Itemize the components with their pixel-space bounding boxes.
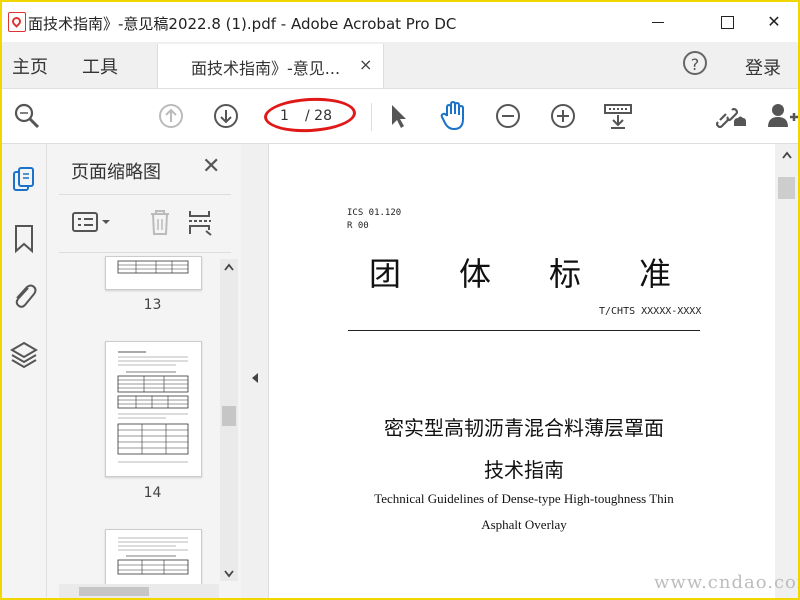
- thumbnail-label-14: 14: [143, 485, 162, 501]
- page-thumbnail-13[interactable]: [105, 256, 202, 290]
- document-tab-close-icon[interactable]: ×: [359, 55, 372, 74]
- thumbnails-scroll-thumb[interactable]: [222, 406, 236, 426]
- total-pages-label: / 28: [305, 108, 332, 124]
- classification-code: R 00: [347, 221, 369, 231]
- page-thumbnails-icon[interactable]: [11, 166, 37, 196]
- chinese-title-line2: 技术指南: [484, 458, 564, 482]
- panel-title: 页面缩略图: [71, 162, 161, 183]
- share-link-icon[interactable]: [714, 102, 746, 130]
- thumbnails-panel: 页面缩略图 ✕ 13 14: [47, 144, 242, 598]
- hand-tool-icon[interactable]: [438, 100, 470, 132]
- scroll-mode-icon[interactable]: [603, 101, 633, 131]
- select-cursor-icon[interactable]: [387, 102, 409, 130]
- english-title-line1: Technical Guidelines of Dense-type High-…: [374, 491, 674, 506]
- zoom-in-icon[interactable]: [550, 103, 576, 129]
- thumbnail-content: [117, 351, 189, 463]
- previous-page-icon[interactable]: [158, 103, 184, 129]
- home-tab[interactable]: 主页: [12, 53, 48, 79]
- maximize-button[interactable]: [704, 6, 750, 38]
- help-icon[interactable]: ?: [683, 51, 707, 75]
- thumbnail-content: [117, 260, 189, 274]
- tools-tab[interactable]: 工具: [82, 53, 118, 79]
- attachment-icon[interactable]: [10, 280, 38, 310]
- standard-number: T/CHTS XXXXX-XXXX: [599, 306, 702, 317]
- zoom-out-icon[interactable]: [495, 103, 521, 129]
- title-rule: [348, 330, 700, 331]
- scroll-up-arrow-icon[interactable]: [223, 262, 235, 272]
- thumbnail-label-13: 13: [143, 297, 162, 313]
- acrobat-app-icon: [8, 12, 26, 32]
- panel-collapse-handle[interactable]: [241, 144, 269, 598]
- navigation-rail: [2, 144, 47, 598]
- ics-code: ICS 01.120: [347, 208, 402, 218]
- thumbnails-hscroll-thumb[interactable]: [79, 587, 149, 596]
- collapse-arrow-icon[interactable]: [250, 371, 260, 385]
- bookmark-icon[interactable]: [13, 224, 35, 254]
- delete-page-icon[interactable]: [147, 208, 173, 236]
- thumbnail-content: [117, 537, 189, 575]
- scroll-down-arrow-icon[interactable]: [223, 569, 235, 579]
- site-watermark: www.cndao.com: [654, 572, 798, 593]
- document-tab-label: 面技术指南》-意见...: [191, 59, 341, 78]
- panel-divider: [59, 252, 231, 253]
- toolbar: 1 / 28: [2, 89, 798, 144]
- organize-pages-icon[interactable]: [187, 208, 215, 236]
- document-scroll-thumb[interactable]: [778, 177, 795, 199]
- standard-type-title: 团体标准: [369, 255, 730, 293]
- close-window-button[interactable]: ✕: [751, 6, 797, 38]
- layers-icon[interactable]: [9, 340, 39, 370]
- find-icon[interactable]: [12, 101, 42, 131]
- login-link[interactable]: 登录: [745, 54, 781, 80]
- thumbnail-options-icon[interactable]: [71, 210, 115, 234]
- panel-divider: [59, 194, 231, 195]
- document-tab[interactable]: 面技术指南》-意见... ×: [157, 44, 384, 88]
- menu-bar: 主页 工具 面技术指南》-意见... × ? 登录: [2, 42, 798, 89]
- page-thumbnail-15[interactable]: [105, 529, 202, 587]
- panel-close-icon[interactable]: ✕: [202, 154, 220, 179]
- page-thumbnail-14[interactable]: [105, 341, 202, 477]
- title-bar: 面技术指南》-意见稿2022.8 (1).pdf - Adobe Acrobat…: [2, 2, 798, 42]
- current-page-input[interactable]: 1: [280, 108, 289, 124]
- chinese-title-line1: 密实型高韧沥青混合料薄层罩面: [384, 416, 664, 440]
- acrobat-window: 面技术指南》-意见稿2022.8 (1).pdf - Adobe Acrobat…: [2, 2, 798, 598]
- add-user-icon[interactable]: [766, 101, 798, 131]
- toolbar-separator: [371, 103, 372, 131]
- doc-scroll-up-arrow-icon[interactable]: [781, 150, 793, 160]
- next-page-icon[interactable]: [213, 103, 239, 129]
- document-vertical-scrollbar[interactable]: [775, 144, 798, 598]
- english-title-line2: Asphalt Overlay: [481, 517, 567, 532]
- window-title: 面技术指南》-意见稿2022.8 (1).pdf - Adobe Acrobat…: [28, 15, 457, 33]
- minimize-button[interactable]: [635, 6, 681, 38]
- document-view[interactable]: ICS 01.120 R 00 团体标准 T/CHTS XXXXX-XXXX 密…: [269, 144, 775, 598]
